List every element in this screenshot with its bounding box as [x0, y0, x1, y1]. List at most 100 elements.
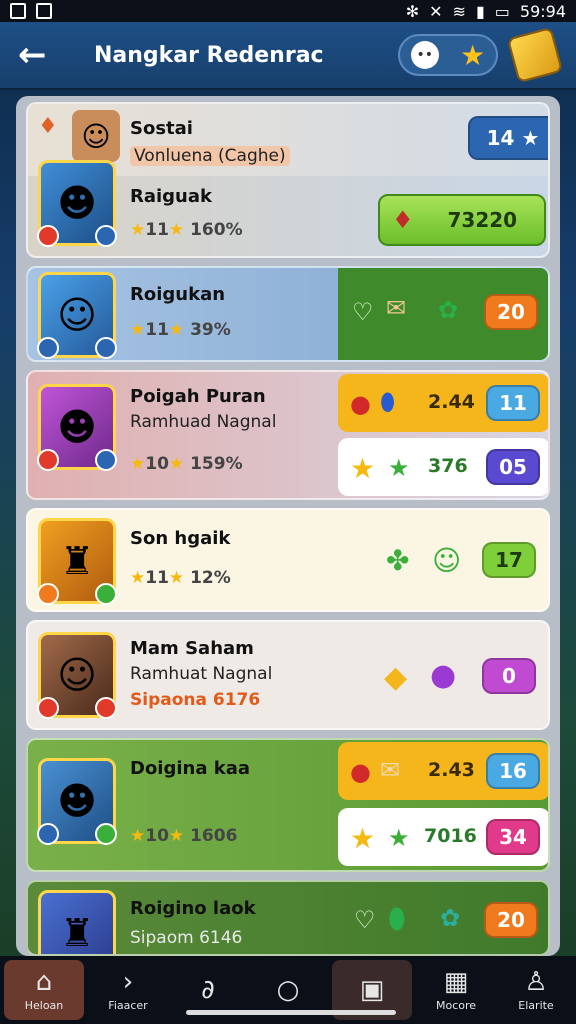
badge-blue-icon: [95, 337, 117, 359]
list-item[interactable]: ♜ Son hgaik ★11★ 12% ✤ ☺ 17: [26, 508, 550, 612]
player-name: Son hgaik: [130, 528, 231, 549]
nav-item-profile[interactable]: ♙ Elarite: [496, 956, 576, 1024]
list-item[interactable]: ♦ ☺ Sostai Vonluena (Caghe) 14 ★ ☻ Raigu…: [26, 102, 550, 258]
bug-icon: ✻: [405, 1, 420, 21]
header: ← Nangkar Redenrac •• ★: [0, 22, 576, 90]
count-badge[interactable]: 16: [486, 753, 540, 789]
trophy-icon: ♜: [59, 911, 95, 955]
player-name: Roigukan: [130, 284, 226, 305]
star-icon: ★: [350, 822, 376, 855]
battery-icon: ▭: [494, 1, 510, 21]
nav-item-forward[interactable]: › Fiaacer: [88, 956, 168, 1024]
wifi-icon: ≋: [452, 1, 466, 21]
nav-label: Mocore: [435, 998, 477, 1012]
player-name: Roigino laok: [130, 898, 256, 919]
reward-button[interactable]: ♦ 73220: [378, 194, 546, 246]
avatar: ☻: [37, 384, 117, 471]
gallery-icon: [10, 3, 26, 19]
rating: ★10★ 1606: [130, 826, 238, 846]
reward-bottom: ★ ★ 7016 34: [338, 808, 548, 866]
count-badge[interactable]: 0: [482, 658, 536, 694]
rating: ★11★ 160%: [130, 220, 243, 240]
badge-blue-icon: [37, 823, 59, 845]
avatar: ☺: [37, 272, 117, 359]
scroll-icon: ✉: [386, 294, 407, 322]
star-icon: ★: [168, 320, 185, 340]
badge-blue-icon: [95, 449, 117, 471]
clover-icon: ✿: [438, 296, 459, 324]
list-item[interactable]: ☻ Doigina kaa ★10★ 1606 ● ✉ 2.43 16 ★ ★ …: [26, 738, 550, 872]
reward-value: 376: [428, 455, 468, 477]
fire-icon: ♦: [38, 114, 58, 139]
player-name: Poigah Puran: [130, 386, 266, 407]
hero-portrait-icon: ☺: [57, 293, 97, 337]
green-star-icon: ★: [388, 454, 410, 482]
badge-red-icon: [95, 697, 117, 719]
star-icon: ★: [168, 568, 185, 588]
back-arrow-icon[interactable]: ←: [18, 35, 62, 75]
header-status-pill[interactable]: •• ★: [398, 34, 498, 76]
nav-label: Elarite: [518, 998, 554, 1012]
count-badge[interactable]: 11: [486, 385, 540, 421]
card-icon: ▣: [359, 975, 385, 1005]
chevron-right-icon: ›: [122, 966, 134, 997]
badge-red-icon: [37, 697, 59, 719]
list-item[interactable]: ☻ Poigah Puran Ramhuad Nagnal ★10★ 159% …: [26, 370, 550, 500]
signal-icon: ▮: [475, 1, 485, 21]
leaf-icon: ∂: [201, 975, 215, 1005]
rating: ★11★ 39%: [130, 320, 231, 340]
leaderboard-panel: ♦ ☺ Sostai Vonluena (Caghe) 14 ★ ☻ Raigu…: [16, 96, 560, 956]
count-badge[interactable]: 20: [484, 294, 538, 330]
hero-portrait-icon: ☻: [57, 405, 97, 449]
hero-portrait-icon: ☻: [57, 779, 97, 823]
star-icon: ★: [460, 38, 486, 72]
star-icon: ★: [130, 568, 146, 588]
status-time: 59:94: [519, 1, 566, 21]
trophy-icon: ♜: [59, 539, 95, 583]
list-item[interactable]: ♜ Roigino laok Sipaom 6146 ♡ ⬮ ✿ 20: [26, 880, 550, 956]
green-star-icon: ★: [388, 824, 410, 852]
player-name: Mam Saham: [130, 638, 254, 659]
badge-orange-icon: [37, 583, 59, 605]
count-badge[interactable]: 17: [482, 542, 536, 578]
profile-icon: ♙: [524, 966, 548, 997]
player-name: Raiguak: [130, 186, 212, 207]
clover-icon: ✿: [440, 904, 461, 932]
shield-icon: ♡: [352, 298, 374, 326]
player-name: Doigina kaa: [130, 758, 251, 779]
bundle-icon: ✉: [380, 756, 401, 784]
card-header-subtitle: Vonluena (Caghe): [130, 146, 290, 166]
reward-panel: ♡ ✉ ✿ 20: [338, 268, 548, 360]
clover-icon: ✤: [386, 544, 410, 577]
player-subtitle: Sipaom 6146: [130, 928, 243, 948]
reward-value: 2.44: [428, 391, 475, 413]
star-icon: ★: [130, 320, 146, 340]
badge-green-icon: [95, 823, 117, 845]
list-item[interactable]: ☺ Roigukan ★11★ 39% ♡ ✉ ✿ 20: [26, 266, 550, 362]
chat-bubble-icon: ••: [410, 41, 439, 69]
calendar-icon: ▦: [443, 966, 469, 997]
nav-item-calendar[interactable]: ▦ Mocore: [416, 956, 496, 1024]
potion-icon: ⬮: [380, 388, 396, 416]
home-indicator[interactable]: [186, 1010, 396, 1015]
count-badge[interactable]: 34: [486, 819, 540, 855]
rank-badge[interactable]: 14 ★: [468, 116, 548, 160]
reward-bottom: ★ ★ 376 05: [338, 438, 548, 496]
count-badge[interactable]: 20: [484, 902, 538, 938]
nav-label: Heloan: [24, 998, 64, 1012]
count-badge[interactable]: 05: [486, 449, 540, 485]
apple-icon: ●: [350, 758, 371, 786]
avatar: ☻: [37, 160, 117, 247]
badge-red-icon: [37, 225, 59, 247]
reward-value: 73220: [447, 208, 518, 232]
reward-value: 2.43: [428, 759, 475, 781]
list-item[interactable]: ☺ Mam Saham Ramhuat Nagnal Sipaona 6176 …: [26, 620, 550, 730]
star-icon: ★: [130, 454, 146, 474]
star-icon: ★: [168, 220, 185, 240]
rank-value: 14: [486, 126, 515, 150]
treasure-chest-icon[interactable]: [506, 26, 564, 84]
nav-item-home[interactable]: ⌂ Heloan: [4, 960, 84, 1020]
shield-icon: ♡: [354, 906, 376, 934]
mute-icon: ✕: [429, 1, 443, 21]
reward-top: ● ✉ 2.43 16: [338, 742, 548, 800]
